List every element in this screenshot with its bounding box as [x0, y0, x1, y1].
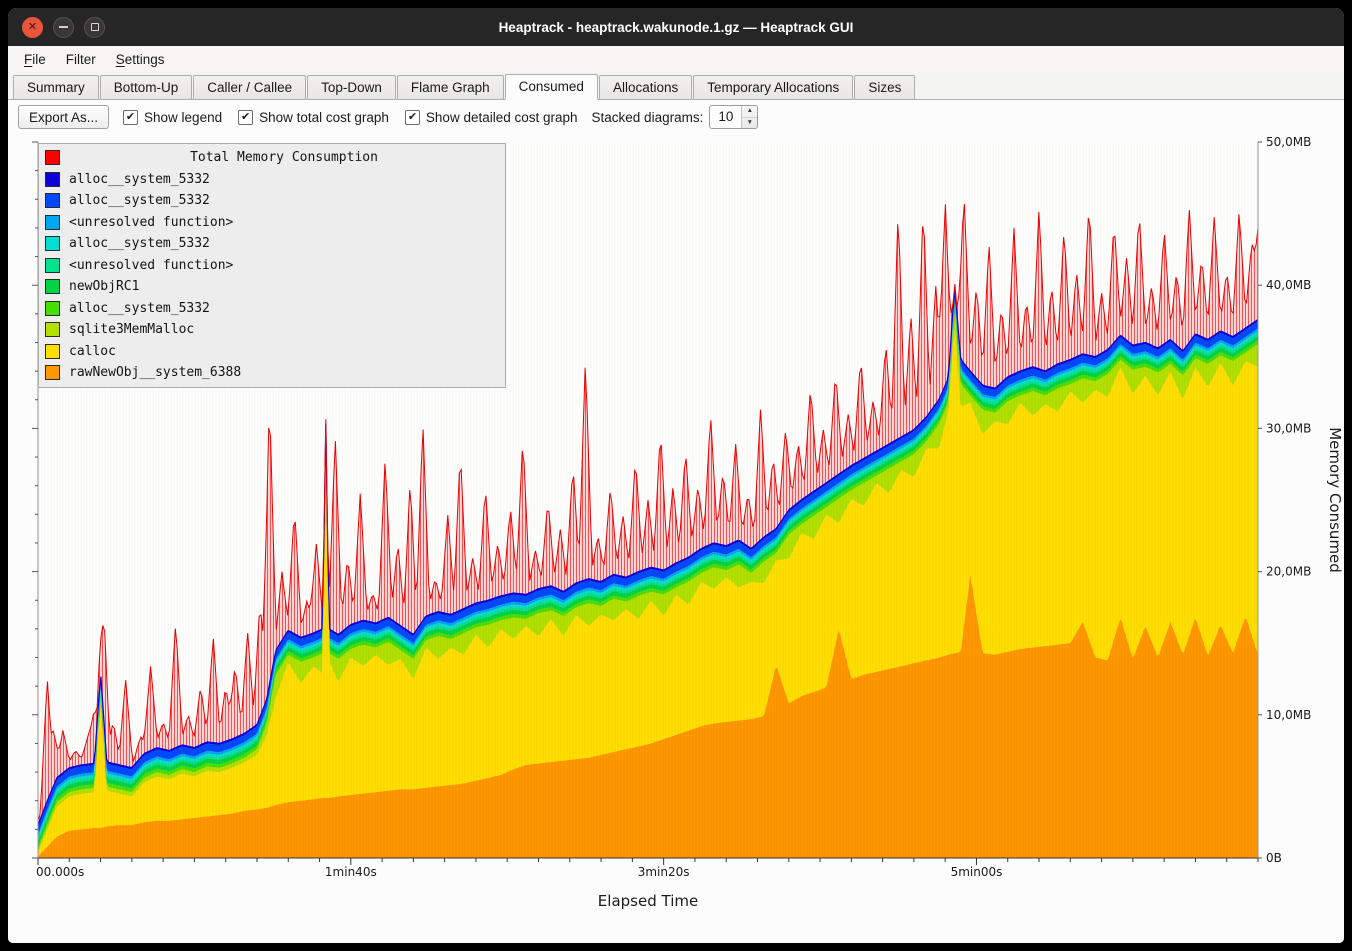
checkbox-mark-icon: ✔: [238, 110, 253, 125]
tab-temporary-allocations[interactable]: Temporary Allocations: [693, 75, 853, 99]
y-tick-label: 10,0MB: [1266, 708, 1311, 722]
tab-summary[interactable]: Summary: [13, 75, 99, 99]
tab-sizes[interactable]: Sizes: [854, 75, 915, 99]
stacked-diagrams-value: 10: [710, 106, 741, 128]
legend-label: <unresolved function>: [69, 215, 233, 230]
legend-item-2: <unresolved function>: [39, 212, 505, 234]
legend-swatch: [45, 322, 60, 337]
stacked-diagrams-label: Stacked diagrams:: [592, 110, 704, 125]
window-maximize-button[interactable]: [84, 17, 105, 38]
legend-item-4: <unresolved function>: [39, 255, 505, 277]
y-tick-label: 40,0MB: [1266, 278, 1311, 292]
legend-item-6: alloc__system_5332: [39, 298, 505, 320]
close-icon: ✕: [28, 22, 37, 33]
tab-top-down[interactable]: Top-Down: [307, 75, 396, 99]
legend-swatch: [45, 215, 60, 230]
menu-settings[interactable]: Settings: [106, 49, 175, 70]
checkbox-mark-icon: ✔: [123, 110, 138, 125]
legend-swatch: [45, 172, 60, 187]
legend-item-1: alloc__system_5332: [39, 190, 505, 212]
stacked-diagrams-spinner[interactable]: 10 ▲ ▼: [709, 105, 758, 129]
spinner-down-button[interactable]: ▼: [742, 118, 757, 129]
legend-label: rawNewObj__system_6388: [69, 365, 241, 380]
tab-bottom-up[interactable]: Bottom-Up: [100, 75, 193, 99]
y-axis-title: Memory Consumed: [1326, 427, 1344, 573]
legend-item-9: rawNewObj__system_6388: [39, 362, 505, 384]
checkbox-show-total-cost-graph[interactable]: ✔ Show total cost graph: [238, 110, 389, 125]
spinner-up-button[interactable]: ▲: [742, 106, 757, 118]
checkbox-mark-icon: ✔: [405, 110, 420, 125]
tab-flame-graph[interactable]: Flame Graph: [397, 75, 504, 99]
legend-label: newObjRC1: [69, 279, 139, 294]
y-tick-label: 50,0MB: [1266, 135, 1311, 149]
toolbar: Export As... ✔ Show legend ✔ Show total cos…: [8, 100, 1344, 134]
tab-consumed[interactable]: Consumed: [505, 74, 598, 100]
checkbox-label: Show legend: [144, 110, 222, 125]
legend-label: sqlite3MemMalloc: [69, 322, 194, 337]
x-tick-label: 1min40s: [325, 865, 377, 879]
checkbox-show-detailed-cost-graph[interactable]: ✔ Show detailed cost graph: [405, 110, 578, 125]
window-title: Heaptrack - heaptrack.wakunode.1.gz — He…: [499, 20, 854, 35]
legend-item-8: calloc: [39, 341, 505, 363]
y-tick-label: 20,0MB: [1266, 565, 1311, 579]
chart-panel: 00.000s 1min40s 3min20s 5min00s 0B 10,0MB 20,0…: [8, 134, 1344, 943]
checkbox-label: Show detailed cost graph: [426, 110, 578, 125]
tab-bar: SummaryBottom-UpCaller / CalleeTop-DownF…: [8, 72, 1344, 100]
menu-filter[interactable]: Filter: [56, 49, 106, 70]
window-close-button[interactable]: ✕: [22, 17, 43, 38]
legend-label: alloc__system_5332: [69, 236, 210, 251]
legend-swatch: [45, 193, 60, 208]
checkbox-label: Show total cost graph: [259, 110, 389, 125]
legend-label: alloc__system_5332: [69, 301, 210, 316]
legend-label: calloc: [69, 344, 116, 359]
legend-swatch: [45, 344, 60, 359]
spinner-arrows: ▲ ▼: [741, 106, 757, 128]
x-tick-label: 3min20s: [638, 865, 690, 879]
chart-legend: Total Memory Consumption alloc__system_53…: [38, 143, 506, 388]
window-minimize-button[interactable]: [53, 17, 74, 38]
legend-label: alloc__system_5332: [69, 172, 210, 187]
legend-swatch: [45, 301, 60, 316]
y-tick-label: 0B: [1266, 851, 1282, 865]
window-controls: ✕: [22, 8, 105, 46]
window-titlebar[interactable]: ✕ Heaptrack - heaptrack.wakunode.1.gz — …: [8, 8, 1344, 46]
legend-swatch: [45, 150, 60, 165]
menu-file[interactable]: File: [14, 49, 56, 70]
toolbar-checkboxes: ✔ Show legend ✔ Show total cost graph ✔ Show …: [123, 110, 578, 125]
menu-bar: FileFilterSettings: [8, 46, 1344, 72]
x-axis-title: Elapsed Time: [598, 892, 698, 910]
export-as-button[interactable]: Export As...: [18, 105, 109, 129]
legend-swatch: [45, 279, 60, 294]
legend-item-5: newObjRC1: [39, 276, 505, 298]
tab-caller-callee[interactable]: Caller / Callee: [193, 75, 306, 99]
legend-item-3: alloc__system_5332: [39, 233, 505, 255]
legend-header: Total Memory Consumption: [39, 147, 505, 169]
stacked-diagrams-control: Stacked diagrams: 10 ▲ ▼: [592, 105, 759, 129]
legend-swatch: [45, 365, 60, 380]
x-tick-label: 5min00s: [951, 865, 1003, 879]
checkbox-show-legend[interactable]: ✔ Show legend: [123, 110, 222, 125]
legend-label: <unresolved function>: [69, 258, 233, 273]
desktop-background: ✕ Heaptrack - heaptrack.wakunode.1.gz — …: [0, 0, 1352, 951]
legend-label: alloc__system_5332: [69, 193, 210, 208]
maximize-icon: [91, 23, 99, 31]
heaptrack-window: ✕ Heaptrack - heaptrack.wakunode.1.gz — …: [8, 8, 1344, 943]
legend-title: Total Memory Consumption: [69, 150, 499, 165]
legend-item-0: alloc__system_5332: [39, 169, 505, 191]
legend-swatch: [45, 258, 60, 273]
legend-swatch: [45, 236, 60, 251]
y-tick-label: 30,0MB: [1266, 421, 1311, 435]
legend-item-7: sqlite3MemMalloc: [39, 319, 505, 341]
tab-allocations[interactable]: Allocations: [599, 75, 692, 99]
minimize-icon: [59, 26, 68, 28]
x-tick-label: 00.000s: [36, 865, 84, 879]
